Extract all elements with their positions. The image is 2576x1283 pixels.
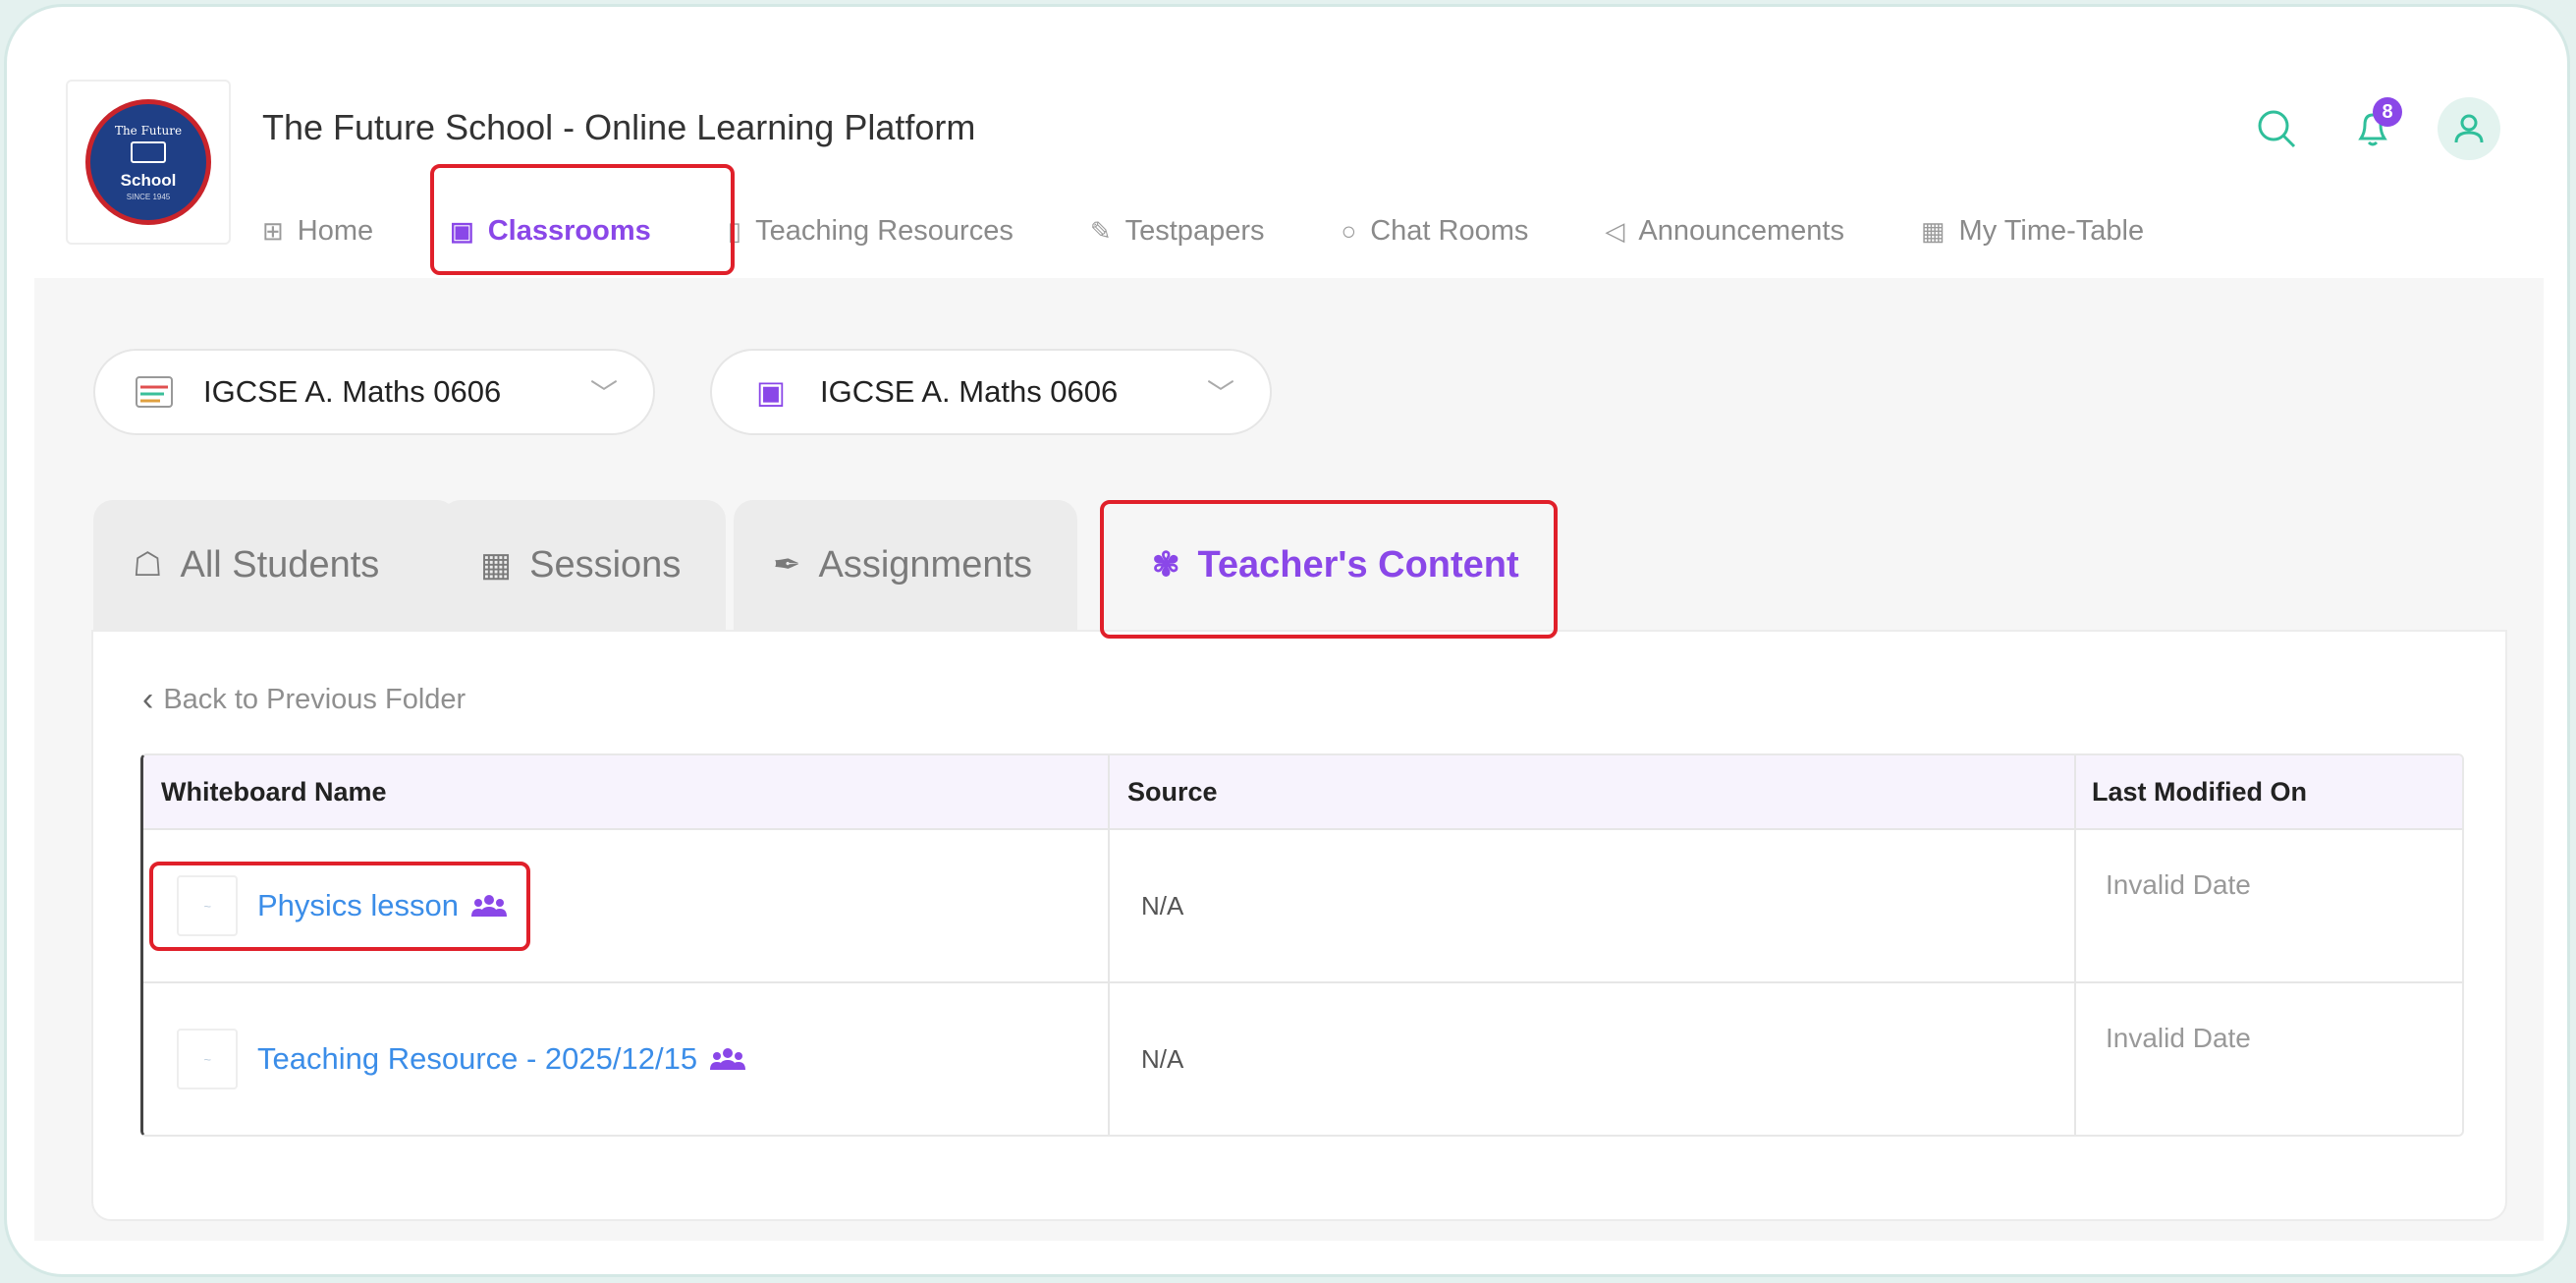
student-icon: ☖ [133,546,163,584]
whiteboard-name-cell: ~ Teaching Resource - 2025/12/15 [143,983,1110,1135]
tab-label: Assignments [818,543,1033,586]
column-header-modified[interactable]: Last Modified On [2076,755,2462,828]
whiteboard-link[interactable]: Teaching Resource - 2025/12/15 [257,1041,697,1077]
tab-all-students[interactable]: ☖ All Students [93,500,457,630]
nav-item-home[interactable]: ⊞ Home [262,215,373,248]
tab-label: All Students [180,543,380,586]
logo-text-bottom: SINCE 1945 [126,192,171,201]
nav-item-chat-rooms[interactable]: ○ Chat Rooms [1341,215,1528,248]
document-edit-icon: ✎ [1089,215,1112,246]
nav-label: Home [297,214,374,247]
tab-assignments[interactable]: ✒ Assignments [734,500,1077,630]
chevron-down-icon: ﹀ [1206,378,1234,409]
nav-label: My Time-Table [1958,214,2145,247]
column-header-name[interactable]: Whiteboard Name [143,755,1110,828]
megaphone-icon: ◁ [1605,215,1625,246]
chevron-left-icon: ‹ [142,681,154,718]
nav-item-announcements[interactable]: ◁ Announcements [1605,215,1844,248]
nav-label: Chat Rooms [1370,214,1529,247]
highlight-box-classrooms [430,164,735,275]
grid-icon: ⊞ [262,215,284,246]
nav-item-testpapers[interactable]: ✎ Testpapers [1090,215,1265,248]
presentation-board-icon: ▣ [755,374,787,410]
notifications-button[interactable]: 8 [2341,97,2404,160]
whiteboard-thumbnail[interactable]: ~ [177,1029,238,1089]
back-to-previous-folder-link[interactable]: ‹ Back to Previous Folder [142,681,466,719]
search-button[interactable] [2245,97,2308,160]
nav-item-my-timetable[interactable]: ▦ My Time-Table [1921,215,2144,248]
tab-label: Sessions [529,543,682,586]
user-icon [2454,114,2484,143]
subject-select[interactable]: IGCSE A. Maths 0606 ﹀ [93,349,655,435]
nav-label: Announcements [1638,214,1844,247]
top-header: The Future School SINCE 1945 The Future … [34,46,2544,278]
subject-list-icon [135,375,174,409]
back-label: Back to Previous Folder [163,684,466,715]
profile-button[interactable] [2438,97,2500,160]
column-header-source[interactable]: Source [1110,755,2076,828]
modified-cell: Invalid Date [2106,869,2251,900]
chevron-down-icon: ﹀ [589,378,618,409]
subject-select-value: IGCSE A. Maths 0606 [203,374,502,409]
nav-label: Teaching Resources [755,214,1014,247]
group-icon [710,1048,746,1070]
nav-label: Testpapers [1124,214,1265,247]
logo-emblem: The Future School SINCE 1945 [85,99,211,225]
table-row: ~ Teaching Resource - 2025/12/15 N/A Inv… [143,981,2462,1135]
calendar-icon: ▦ [1920,215,1946,246]
app-window: The Future School SINCE 1945 The Future … [4,4,2570,1277]
classroom-select-value: IGCSE A. Maths 0606 [820,374,1119,409]
classroom-select[interactable]: ▣ IGCSE A. Maths 0606 ﹀ [710,349,1272,435]
logo-text-top: The Future [114,123,183,138]
notification-badge: 8 [2373,97,2402,127]
search-icon [2258,110,2296,148]
logo-text-main: School [120,170,177,191]
nav-item-teaching-resources[interactable]: ▯ Teaching Resources [728,215,1014,248]
app-title: The Future School - Online Learning Plat… [262,107,976,147]
app-shell: The Future School SINCE 1945 The Future … [34,46,2544,1241]
table-header: Whiteboard Name Source Last Modified On [143,755,2462,828]
modified-cell: Invalid Date [2106,1023,2251,1053]
chat-bubble-icon: ○ [1341,215,1357,246]
pen-nib-icon: ✒ [773,546,801,584]
calendar-icon: ▦ [480,546,513,584]
highlight-box-teachers-content [1100,500,1558,639]
source-cell: N/A [1110,830,2076,981]
school-logo[interactable]: The Future School SINCE 1945 [66,80,231,245]
book-icon [131,140,166,163]
source-cell: N/A [1110,983,2076,1135]
header-actions: 8 [2212,97,2500,160]
tab-sessions[interactable]: ▦ Sessions [441,500,726,630]
highlight-box-physics-lesson [149,862,530,951]
